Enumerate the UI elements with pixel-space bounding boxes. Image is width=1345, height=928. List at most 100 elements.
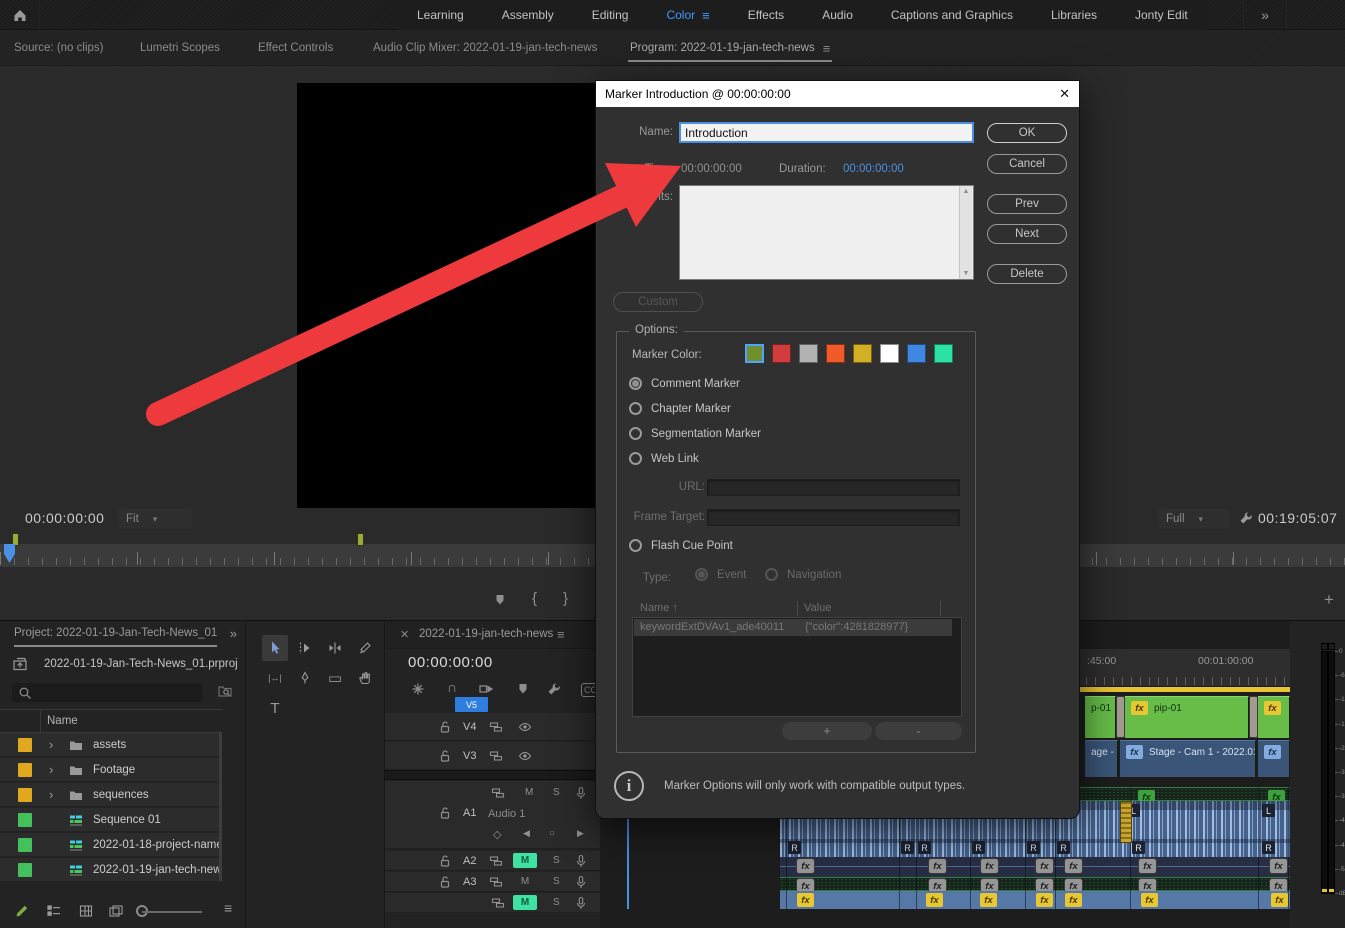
sync-lock-icon[interactable] xyxy=(490,785,506,801)
mute-button[interactable]: M xyxy=(513,853,537,868)
fx-badge-icon[interactable]: fx xyxy=(1065,859,1082,873)
channel-badge[interactable]: L xyxy=(1262,804,1275,817)
prev-button[interactable]: Prev xyxy=(987,194,1067,214)
comments-textarea[interactable] xyxy=(679,185,974,280)
chevron-right-icon[interactable]: › xyxy=(49,762,53,777)
linked-selection-icon[interactable] xyxy=(478,681,494,697)
sync-lock-icon[interactable] xyxy=(488,719,504,735)
name-column-header[interactable]: Name ↑ xyxy=(640,602,678,614)
project-row-sequences[interactable]: ›sequences xyxy=(0,783,222,807)
fx-badge-icon[interactable]: fx xyxy=(1036,893,1053,907)
fx-badge-icon[interactable]: fx xyxy=(1270,859,1287,873)
solo-button[interactable]: S xyxy=(553,787,560,798)
workspace-tab-audio[interactable]: Audio xyxy=(803,0,872,30)
panel-tab-source[interactable]: Source: (no clips) xyxy=(14,30,103,66)
hand-tool[interactable] xyxy=(352,665,378,691)
project-list-header[interactable]: Name xyxy=(0,709,222,733)
scroll-up-icon[interactable]: ▲ xyxy=(963,188,970,195)
marker-color-swatch-red[interactable] xyxy=(772,344,791,363)
ripple-edit-tool[interactable] xyxy=(322,635,348,661)
project-row-2022-01-18-project-name[interactable]: 2022-01-18-project-name xyxy=(0,833,222,857)
chevron-right-icon[interactable]: › xyxy=(49,787,53,802)
sequence-marker-flag[interactable] xyxy=(357,533,364,546)
radio-navigation[interactable]: Navigation xyxy=(765,568,841,581)
table-row[interactable]: keywordExtDVAv1_ade40011{"color":4281828… xyxy=(634,619,952,636)
mark-in-button[interactable]: { xyxy=(532,590,537,607)
marker-color-swatch-gray[interactable] xyxy=(799,344,818,363)
close-icon[interactable]: ✕ xyxy=(400,628,409,641)
lock-icon[interactable] xyxy=(437,853,453,869)
channel-badge[interactable]: R xyxy=(788,841,801,854)
workspace-tab-jonty-edit[interactable]: Jonty Edit xyxy=(1116,0,1207,30)
find-in-bin-icon[interactable] xyxy=(217,683,233,699)
radio-web-link[interactable]: Web Link xyxy=(629,452,699,465)
chevron-right-icon[interactable]: › xyxy=(49,737,53,752)
add-marker-icon[interactable] xyxy=(492,592,508,608)
fx-badge-icon[interactable]: fx xyxy=(1126,745,1143,759)
keyframe-circle-icon[interactable]: ○ xyxy=(549,828,555,839)
slip-tool[interactable]: |↔| xyxy=(262,665,288,691)
sync-lock-icon[interactable] xyxy=(488,748,504,764)
settings-wrench-icon[interactable] xyxy=(1238,510,1254,526)
list-view-icon[interactable] xyxy=(46,903,62,919)
mark-out-button[interactable]: } xyxy=(563,590,568,607)
project-row-2022-01-19-jan-tech-news[interactable]: 2022-01-19-jan-tech-news xyxy=(0,858,222,882)
radio-icon[interactable] xyxy=(629,377,642,390)
cancel-button[interactable]: Cancel xyxy=(987,154,1067,174)
workspace-tab-effects[interactable]: Effects xyxy=(729,0,803,30)
radio-comment-marker[interactable]: Comment Marker xyxy=(629,377,740,390)
fx-badge-icon[interactable]: fx xyxy=(1131,701,1148,715)
fx-badge-icon[interactable]: fx xyxy=(981,859,998,873)
search-input[interactable] xyxy=(12,683,202,702)
timeline-clip[interactable]: age - Ca xyxy=(1085,740,1118,777)
next-keyframe-icon[interactable]: ▶ xyxy=(577,828,584,839)
sync-lock-icon[interactable] xyxy=(488,853,504,869)
home-button[interactable] xyxy=(0,0,40,30)
fx-badge-icon[interactable]: fx xyxy=(1141,893,1158,907)
fx-badge-icon[interactable]: fx xyxy=(926,893,943,907)
marker-color-swatch-green[interactable] xyxy=(745,344,764,363)
fx-badge-icon[interactable]: fx xyxy=(797,859,814,873)
snap-magnet-icon[interactable]: ∩ xyxy=(447,679,457,695)
lock-icon[interactable] xyxy=(437,805,453,821)
lock-icon[interactable] xyxy=(437,748,453,764)
dialog-title-bar[interactable]: Marker Introduction @ 00:00:00:00 xyxy=(596,81,1079,107)
keyframe-diamond-icon[interactable]: ◇ xyxy=(493,828,501,841)
zoom-level-dropdown[interactable]: Fit▾ xyxy=(118,509,192,529)
selection-tool[interactable] xyxy=(262,635,288,661)
track-badge-v5[interactable]: V5 xyxy=(455,697,488,712)
solo-button[interactable]: S xyxy=(553,876,560,887)
prev-keyframe-icon[interactable]: ◀ xyxy=(523,828,530,839)
timeline-clip[interactable]: fx xyxy=(1258,740,1290,777)
timeline-tab-label[interactable]: 2022-01-19-jan-tech-news xyxy=(419,628,553,640)
solo-button[interactable]: S xyxy=(553,897,560,908)
panel-tab-audio-clip-mixer[interactable]: Audio Clip Mixer: 2022-01-19-jan-tech-ne… xyxy=(373,30,597,66)
add-panel-button[interactable]: + xyxy=(1324,590,1334,610)
workspace-overflow-button[interactable]: » xyxy=(1243,0,1287,30)
column-name-header[interactable]: Name xyxy=(47,715,78,727)
radio-icon[interactable] xyxy=(629,427,642,440)
panel-menu-icon[interactable]: ≡ xyxy=(557,627,565,642)
next-button[interactable]: Next xyxy=(987,224,1067,244)
project-row-assets[interactable]: ›assets xyxy=(0,733,222,757)
fx-badge-icon[interactable]: fx xyxy=(1065,893,1082,907)
project-panel-tab[interactable]: Project: 2022-01-19-Jan-Tech-News_01 xyxy=(14,627,217,647)
solo-button[interactable]: S xyxy=(553,855,560,866)
workspace-tab-assembly[interactable]: Assembly xyxy=(483,0,573,30)
scroll-down-icon[interactable]: ▼ xyxy=(963,270,970,277)
workspace-tab-color[interactable]: Color≡ xyxy=(647,0,728,30)
fx-badge-icon[interactable]: fx xyxy=(980,893,997,907)
panel-tab-effect-controls[interactable]: Effect Controls xyxy=(258,30,333,66)
custom-button[interactable]: Custom xyxy=(613,292,703,312)
timeline-settings-wrench-icon[interactable] xyxy=(546,681,562,697)
panel-tab-program[interactable]: Program: 2022-01-19-jan-tech-news≡ xyxy=(630,30,830,66)
mute-button[interactable]: M xyxy=(513,874,537,889)
timeline-timecode[interactable]: 00:00:00:00 xyxy=(408,654,493,671)
mute-button[interactable]: M xyxy=(513,895,537,910)
marker-color-swatch-yellow[interactable] xyxy=(853,344,872,363)
timeline-clip[interactable]: p-01 xyxy=(1085,696,1116,738)
marker-duration-value[interactable]: 00:00:00:00 xyxy=(843,163,904,175)
marker-name-input[interactable] xyxy=(679,122,974,143)
channel-badge[interactable]: R xyxy=(1057,841,1070,854)
fx-badge-icon[interactable]: fx xyxy=(1264,745,1281,759)
